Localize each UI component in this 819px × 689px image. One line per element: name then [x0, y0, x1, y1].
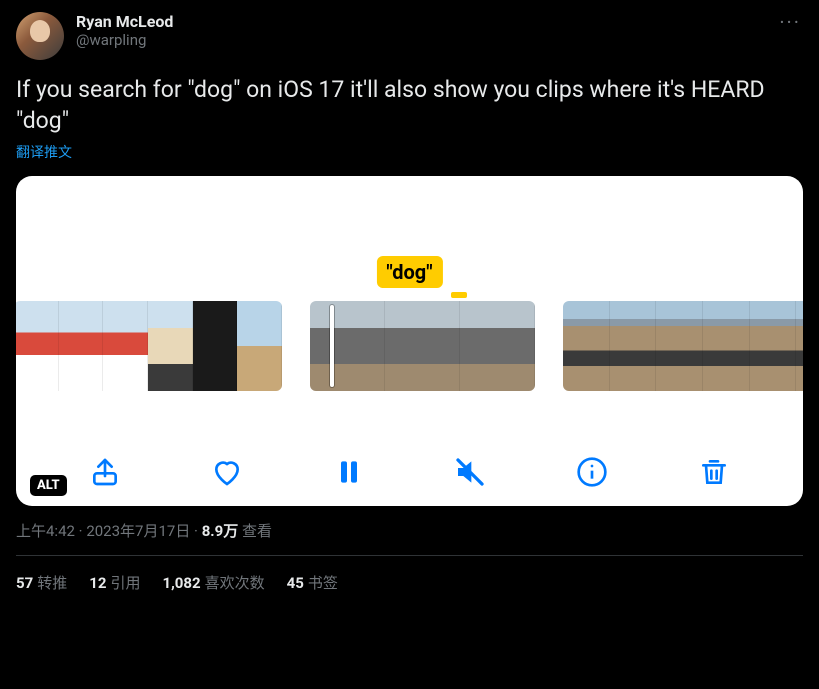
trash-icon[interactable]: [698, 456, 730, 488]
tweet-header: Ryan McLeod @warpling: [16, 12, 803, 60]
tweet-container: ··· Ryan McLeod @warpling If you search …: [0, 0, 819, 593]
playhead-marker: [451, 292, 467, 298]
info-icon[interactable]: [576, 456, 608, 488]
tweet-time: 上午4:42: [16, 522, 75, 540]
search-match-badge: "dog": [376, 256, 442, 288]
stat-likes[interactable]: 1,082喜欢次数: [162, 572, 264, 593]
stat-bookmarks[interactable]: 45书签: [287, 572, 338, 593]
views-count: 8.9万: [202, 522, 239, 540]
media-toolbar: [16, 456, 803, 488]
engagement-stats: 57转推 12引用 1,082喜欢次数 45书签: [16, 556, 803, 593]
clip-thumbnail[interactable]: [563, 301, 803, 391]
author-block[interactable]: Ryan McLeod @warpling: [76, 12, 173, 49]
share-icon[interactable]: [89, 456, 121, 488]
stat-retweets[interactable]: 57转推: [16, 572, 67, 593]
clip-thumbnail[interactable]: [16, 301, 282, 391]
video-timeline[interactable]: [16, 301, 803, 391]
translate-link[interactable]: 翻译推文: [16, 142, 803, 162]
stat-quotes[interactable]: 12引用: [89, 572, 140, 593]
avatar[interactable]: [16, 12, 64, 60]
pause-icon[interactable]: [333, 456, 365, 488]
media-attachment[interactable]: "dog": [16, 176, 803, 506]
display-name: Ryan McLeod: [76, 12, 173, 31]
tweet-text: If you search for "dog" on iOS 17 it'll …: [16, 74, 803, 136]
mute-icon[interactable]: [454, 456, 486, 488]
tweet-meta[interactable]: 上午4:42 · 2023年7月17日 · 8.9万 查看: [16, 520, 803, 541]
tweet-date: 2023年7月17日: [86, 522, 190, 540]
user-handle: @warpling: [76, 31, 173, 49]
views-label: 查看: [238, 522, 272, 540]
more-options-button[interactable]: ···: [779, 10, 801, 34]
heart-icon[interactable]: [211, 456, 243, 488]
clip-thumbnail[interactable]: [310, 301, 535, 391]
alt-badge[interactable]: ALT: [30, 475, 67, 496]
